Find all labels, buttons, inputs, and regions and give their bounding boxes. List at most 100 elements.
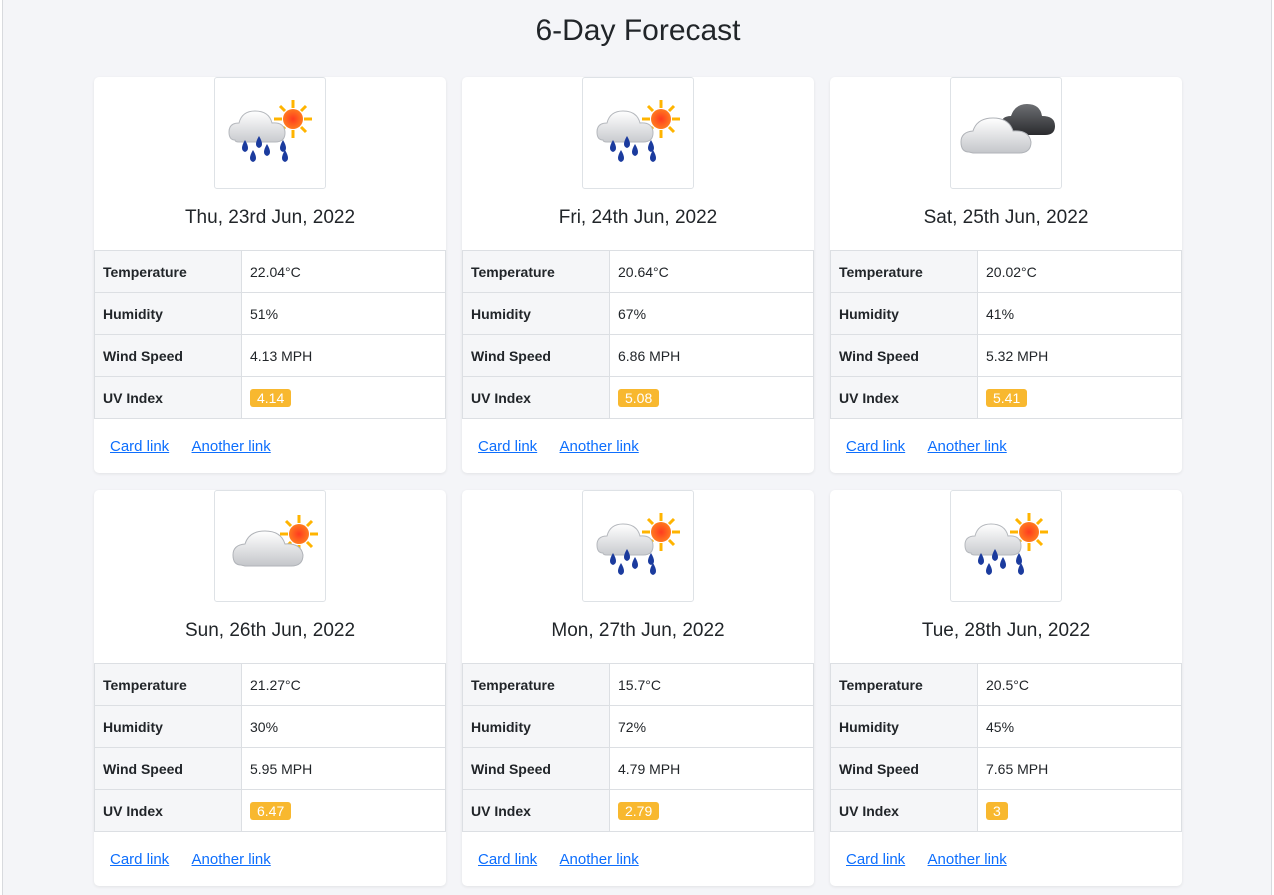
- forecast-card: Tue, 28th Jun, 2022 Temperature 20.5°C H…: [830, 490, 1182, 886]
- table-row: Wind Speed 4.79 MPH: [462, 747, 814, 790]
- card-links: Card link Another link: [478, 851, 658, 868]
- temperature-label: Temperature: [94, 250, 242, 293]
- forecast-date: Fri, 24th Jun, 2022: [558, 207, 718, 228]
- forecast-card: Fri, 24th Jun, 2022 Temperature 20.64°C …: [462, 77, 814, 473]
- weather-icon-box: [582, 490, 694, 602]
- table-row: Temperature 22.04°C: [94, 250, 446, 293]
- table-row: UV Index 6.47: [94, 789, 446, 832]
- temperature-label: Temperature: [830, 250, 978, 293]
- humidity-label: Humidity: [830, 705, 978, 748]
- uv-index-cell: 3: [977, 789, 1182, 832]
- wind-speed-value: 4.13 MPH: [241, 334, 446, 377]
- humidity-value: 72%: [609, 705, 814, 748]
- weather-icon-box: [214, 490, 326, 602]
- wind-speed-label: Wind Speed: [94, 334, 242, 377]
- wind-speed-value: 7.65 MPH: [977, 747, 1182, 790]
- weather-stats-table: Temperature 22.04°C Humidity 51% Wind Sp…: [94, 250, 446, 419]
- temperature-value: 21.27°C: [241, 663, 446, 706]
- uv-index-label: UV Index: [830, 376, 978, 419]
- temperature-value: 22.04°C: [241, 250, 446, 293]
- weather-stats-table: Temperature 20.64°C Humidity 67% Wind Sp…: [462, 250, 814, 419]
- rain-sun-icon: [964, 513, 1048, 575]
- another-link[interactable]: Another link: [928, 438, 1007, 455]
- uv-index-cell: 5.08: [609, 376, 814, 419]
- forecast-card: Mon, 27th Jun, 2022 Temperature 15.7°C H…: [462, 490, 814, 886]
- uv-index-label: UV Index: [94, 789, 242, 832]
- table-row: UV Index 4.14: [94, 376, 446, 419]
- temperature-label: Temperature: [830, 663, 978, 706]
- card-links: Card link Another link: [478, 438, 658, 455]
- table-row: Temperature 20.5°C: [830, 663, 1182, 706]
- wind-speed-label: Wind Speed: [830, 747, 978, 790]
- uv-index-label: UV Index: [462, 376, 610, 419]
- weather-icon-box: [582, 77, 694, 189]
- table-row: Humidity 30%: [94, 705, 446, 748]
- table-row: Wind Speed 5.32 MPH: [830, 334, 1182, 377]
- uv-index-cell: 6.47: [241, 789, 446, 832]
- card-link[interactable]: Card link: [110, 438, 169, 455]
- card-link[interactable]: Card link: [478, 851, 537, 868]
- humidity-value: 30%: [241, 705, 446, 748]
- table-row: UV Index 3: [830, 789, 1182, 832]
- another-link[interactable]: Another link: [192, 438, 271, 455]
- forecast-card: Sat, 25th Jun, 2022 Temperature 20.02°C …: [830, 77, 1182, 473]
- table-row: Temperature 21.27°C: [94, 663, 446, 706]
- weather-stats-table: Temperature 21.27°C Humidity 30% Wind Sp…: [94, 663, 446, 832]
- weather-icon-box: [950, 490, 1062, 602]
- forecast-card: Sun, 26th Jun, 2022 Temperature 21.27°C …: [94, 490, 446, 886]
- table-row: Humidity 67%: [462, 292, 814, 335]
- card-links: Card link Another link: [110, 438, 290, 455]
- table-row: Humidity 41%: [830, 292, 1182, 335]
- table-row: Wind Speed 5.95 MPH: [94, 747, 446, 790]
- another-link[interactable]: Another link: [192, 851, 271, 868]
- forecast-date: Mon, 27th Jun, 2022: [551, 620, 725, 641]
- wind-speed-label: Wind Speed: [830, 334, 978, 377]
- table-row: Humidity 72%: [462, 705, 814, 748]
- weather-stats-table: Temperature 20.02°C Humidity 41% Wind Sp…: [830, 250, 1182, 419]
- humidity-value: 45%: [977, 705, 1182, 748]
- card-link[interactable]: Card link: [478, 438, 537, 455]
- wind-speed-value: 5.32 MPH: [977, 334, 1182, 377]
- wind-speed-value: 6.86 MPH: [609, 334, 814, 377]
- card-links: Card link Another link: [846, 438, 1026, 455]
- table-row: UV Index 2.79: [462, 789, 814, 832]
- humidity-label: Humidity: [94, 705, 242, 748]
- wind-speed-label: Wind Speed: [462, 334, 610, 377]
- wind-speed-value: 4.79 MPH: [609, 747, 814, 790]
- uv-index-badge: 2.79: [618, 801, 660, 820]
- table-row: UV Index 5.08: [462, 376, 814, 419]
- card-link[interactable]: Card link: [846, 438, 905, 455]
- uv-index-cell: 2.79: [609, 789, 814, 832]
- uv-index-cell: 5.41: [977, 376, 1182, 419]
- card-link[interactable]: Card link: [110, 851, 169, 868]
- another-link[interactable]: Another link: [928, 851, 1007, 868]
- card-link[interactable]: Card link: [846, 851, 905, 868]
- humidity-label: Humidity: [830, 292, 978, 335]
- table-row: Wind Speed 6.86 MPH: [462, 334, 814, 377]
- forecast-date: Sat, 25th Jun, 2022: [923, 207, 1089, 228]
- wind-speed-value: 5.95 MPH: [241, 747, 446, 790]
- humidity-label: Humidity: [462, 705, 610, 748]
- humidity-value: 51%: [241, 292, 446, 335]
- another-link[interactable]: Another link: [560, 438, 639, 455]
- wind-speed-label: Wind Speed: [94, 747, 242, 790]
- temperature-value: 20.5°C: [977, 663, 1182, 706]
- another-link[interactable]: Another link: [560, 851, 639, 868]
- rain-sun-icon: [596, 513, 680, 575]
- forecast-card: Thu, 23rd Jun, 2022 Temperature 22.04°C …: [94, 77, 446, 473]
- uv-index-badge: 5.08: [618, 388, 660, 407]
- table-row: Wind Speed 7.65 MPH: [830, 747, 1182, 790]
- weather-icon-box: [214, 77, 326, 189]
- temperature-value: 20.02°C: [977, 250, 1182, 293]
- temperature-value: 20.64°C: [609, 250, 814, 293]
- table-row: Humidity 51%: [94, 292, 446, 335]
- uv-index-badge: 6.47: [250, 801, 292, 820]
- temperature-label: Temperature: [94, 663, 242, 706]
- weather-stats-table: Temperature 20.5°C Humidity 45% Wind Spe…: [830, 663, 1182, 832]
- humidity-value: 41%: [977, 292, 1182, 335]
- dark-cloud-icon: [960, 104, 1055, 154]
- temperature-value: 15.7°C: [609, 663, 814, 706]
- table-row: Temperature 20.02°C: [830, 250, 1182, 293]
- uv-index-cell: 4.14: [241, 376, 446, 419]
- table-row: Humidity 45%: [830, 705, 1182, 748]
